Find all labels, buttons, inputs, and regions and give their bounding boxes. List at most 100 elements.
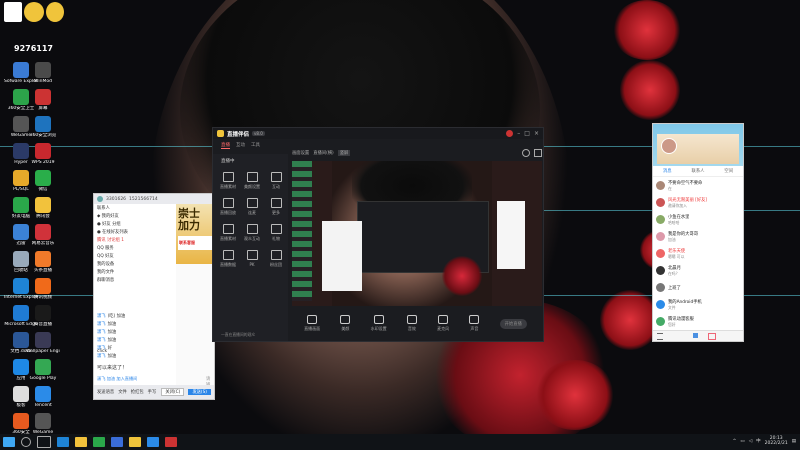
desktop-icon[interactable]: WPS 2019	[26, 143, 60, 165]
maximize-icon[interactable]: □	[524, 130, 530, 137]
desktop-icon[interactable]: 腾讯会	[26, 197, 60, 219]
notification-icon[interactable]: ▤	[792, 439, 796, 444]
contact-item[interactable]: 风光无限美丽 [好友] 邀请你加入	[653, 194, 743, 211]
qq-bottom-btn-1[interactable]: 发送语音	[97, 389, 114, 395]
tab-contacts[interactable]: 联系人	[692, 168, 705, 174]
edge-icon[interactable]	[57, 437, 69, 447]
desktop-icon[interactable]: 屏幕	[26, 89, 60, 111]
live-preview[interactable]	[292, 161, 542, 329]
contact-item[interactable]: 上班了	[653, 279, 743, 296]
clock[interactable]: 20:13 2022/2/21	[765, 436, 788, 446]
taskbar-live-app-icon[interactable]	[129, 437, 141, 447]
scene-tab-2[interactable]: 直播间(横)	[313, 150, 334, 156]
bar-btn-3[interactable]: 水印设置	[371, 315, 387, 332]
qq-bottom-btn-4[interactable]: 手写	[148, 389, 157, 395]
taskbar-qq-icon[interactable]	[147, 437, 159, 447]
file-explorer-icon[interactable]	[75, 437, 87, 447]
desktop-icon[interactable]: 微信	[26, 170, 60, 192]
desktop-icon[interactable]: WinMod	[26, 62, 60, 84]
scene-tab-1[interactable]: 画面设置	[292, 150, 309, 156]
live-tool-button[interactable]: 礼物	[265, 224, 287, 242]
live-tool-button[interactable]: 更多	[265, 198, 287, 216]
desktop-icon[interactable]: 网易云音乐	[26, 224, 60, 246]
contact-item[interactable]: 我的Android手机 文件	[653, 296, 743, 313]
qq-chat-window[interactable]: 3301626 1521566714 联系人 ◆ 我的好友 ● 好友 分组 ● 在线好…	[93, 193, 215, 400]
desktop-icon[interactable]: 头条直播	[26, 251, 60, 273]
header-avatar[interactable]	[661, 138, 677, 154]
qq-ad-banner[interactable]: 崇士 加力 联系客服	[176, 204, 214, 264]
list-item[interactable]: 腾讯 讨论组 1	[94, 236, 176, 244]
search-icon[interactable]	[21, 437, 31, 447]
fullscreen-icon[interactable]	[534, 148, 542, 157]
contact-item[interactable]: 老乐天使 嗯嗯 可以	[653, 245, 743, 262]
list-item[interactable]: QQ 服务	[94, 244, 176, 252]
network-icon[interactable]: ▭	[740, 439, 744, 444]
live-tool-button[interactable]: 直播数据	[217, 250, 239, 268]
settings-icon[interactable]	[522, 148, 530, 157]
qq-send-button[interactable]: 发送(S)	[188, 389, 211, 395]
mail-icon[interactable]	[708, 333, 716, 340]
list-item[interactable]: QQ 好友	[94, 252, 176, 260]
qq-close-button[interactable]: 关闭(C)	[161, 388, 185, 396]
tab-tools[interactable]: 工具	[251, 142, 260, 149]
store-icon[interactable]	[111, 437, 123, 447]
contact-item[interactable]: 小鱼在水里 哈哈哈	[653, 211, 743, 228]
contact-item[interactable]: 北晨月 在吗？	[653, 262, 743, 279]
tray-arrow-icon[interactable]: ^	[733, 439, 737, 444]
menu-icon[interactable]	[657, 333, 663, 340]
qq-bottom-btn-3[interactable]: 抢红包	[131, 389, 144, 395]
bar-btn-1[interactable]: 直播画面	[304, 315, 320, 332]
tab-live[interactable]: 直播	[221, 142, 230, 149]
live-streaming-app[interactable]: 直播伴侣 v8.0 – □ × 直播 互动 工具 直播中 直播素材 美颜设置 互动直…	[212, 127, 544, 342]
bar-btn-6[interactable]: 声音	[469, 315, 480, 332]
desktop-icon[interactable]: 抖音直播	[26, 305, 60, 327]
bar-btn-4[interactable]: 音效	[406, 315, 417, 332]
desktop-icon[interactable]: Wallpaper Engine	[26, 332, 60, 354]
live-tool-button[interactable]: 粉丝团	[265, 250, 287, 268]
list-item[interactable]: ◆ 我的好友	[94, 212, 176, 220]
windows-start-icon[interactable]	[3, 437, 15, 447]
volume-icon[interactable]: ◁	[749, 439, 752, 444]
live-avatar-icon[interactable]	[506, 130, 514, 137]
task-view-icon[interactable]	[37, 436, 51, 448]
tab-messages[interactable]: 消息	[663, 168, 672, 174]
list-item[interactable]: 我的设备	[94, 260, 176, 268]
live-tool-button[interactable]: 直播素材	[217, 172, 239, 190]
bar-btn-5[interactable]: 麦克风	[437, 315, 449, 332]
live-tool-button[interactable]: 连麦	[241, 198, 263, 216]
live-titlebar[interactable]: 直播伴侣 v8.0 – □ ×	[213, 128, 543, 139]
close-icon[interactable]: ×	[534, 130, 539, 137]
list-item[interactable]: 联系人	[94, 204, 176, 212]
bar-btn-2[interactable]: 美颜	[340, 315, 351, 332]
list-item[interactable]: ● 在线好友列表	[94, 228, 176, 236]
contact-item[interactable]: 不要命空气不要命在	[653, 177, 743, 194]
desktop-icon[interactable]: WeGame	[26, 413, 60, 435]
list-item[interactable]: 群聊消息	[94, 276, 176, 284]
scene-tab-3[interactable]: 竖屏	[337, 149, 351, 156]
live-tool-button[interactable]: 直播素材	[217, 224, 239, 242]
desktop-icon[interactable]: 腾讯视频	[26, 278, 60, 300]
qq-bottom-btn-2[interactable]: 文件	[118, 389, 127, 395]
qq-input-field[interactable]	[176, 264, 214, 385]
list-item[interactable]: ● 好友 分组	[94, 220, 176, 228]
qq-main-panel[interactable]: 消息 联系人 空间 不要命空气不要命在风光无限美丽 [好友] 邀请你加入 小鱼在水里…	[652, 123, 744, 342]
contact-item[interactable]: 我是你的大哥哥 加油	[653, 228, 743, 245]
minimize-icon[interactable]: –	[517, 130, 520, 137]
qq-titlebar[interactable]: 3301626 1521566714	[94, 194, 214, 204]
browser-icon[interactable]	[93, 437, 105, 447]
live-tool-button[interactable]: PK	[241, 250, 263, 267]
taskbar-app-icon[interactable]	[165, 437, 177, 447]
live-tool-button[interactable]: 互动	[265, 172, 287, 190]
desktop-icon[interactable]: 360安全浏览	[26, 116, 60, 138]
live-tool-button[interactable]: 直播回放	[217, 198, 239, 216]
tab-interact[interactable]: 互动	[236, 142, 245, 149]
desktop-icon[interactable]: Google Play	[26, 359, 60, 381]
apps-icon[interactable]	[693, 333, 698, 338]
input-language[interactable]: 中	[756, 438, 761, 444]
list-item[interactable]: 我的文件	[94, 268, 176, 276]
live-tool-button[interactable]: 观众互动	[241, 224, 263, 242]
start-live-button[interactable]: 开始直播	[499, 318, 527, 329]
contact-item[interactable]: 腾讯动漫客服 您好	[653, 313, 743, 330]
desktop-icon[interactable]: Tencent	[26, 386, 60, 408]
tab-space[interactable]: 空间	[724, 168, 733, 174]
